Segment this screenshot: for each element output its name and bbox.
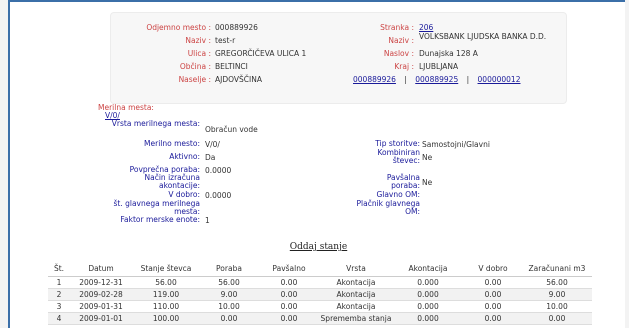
placnik-glavnega-om-label: Plačnik glavnega OM: — [356, 199, 421, 216]
table-cell: 110.00 — [132, 300, 200, 313]
col-poraba: Poraba — [200, 260, 258, 277]
table-cell: 0.000 — [392, 312, 464, 325]
aktivno-value: Da — [205, 153, 216, 162]
table-cell: 56.00 — [522, 276, 592, 289]
kraj-label: Kraj : — [394, 62, 414, 71]
table-cell: 0.00 — [200, 312, 258, 325]
col-v-dobro: V dobro — [464, 260, 522, 277]
col-st: Št. — [48, 260, 70, 277]
v-dobro-value: 0.0000 — [205, 191, 232, 200]
table-row: 4 2009-01-01 100.00 0.00 0.00 Sprememba … — [48, 312, 592, 325]
table-cell: 0.00 — [464, 276, 522, 289]
odjemno-mesto-label: Odjemno mesto : — [146, 23, 211, 32]
table-cell: 9.00 — [522, 288, 592, 301]
table-cell: 0.00 — [464, 300, 522, 313]
table-cell: 119.00 — [132, 288, 200, 301]
col-zaracunani-m3: Zaračunani m3 — [522, 260, 592, 277]
table-cell: Sprememba stanja — [320, 312, 392, 325]
ulica-label: Ulica : — [187, 49, 211, 58]
table-cell: 2009-12-31 — [70, 276, 132, 289]
vrsta-merilnega-mesta-value: Obračun vode — [205, 125, 258, 134]
vrsta-merilnega-mesta-label: Vrsta merilnega mesta: — [111, 119, 200, 128]
table-cell: 2 — [48, 288, 70, 301]
kombiniran-stevec-label: Kombiniran števec: — [377, 148, 420, 165]
table-cell: 2009-02-28 — [70, 288, 132, 301]
table-header-row: Št. Datum Stanje števca Poraba Pavšalno … — [48, 260, 592, 277]
v-dobro-label: V dobro: — [168, 190, 200, 199]
col-pavsalno: Pavšalno — [258, 260, 320, 277]
odjemno-mesto-value: 000889926 — [215, 23, 258, 32]
table-cell: 2009-01-01 — [70, 312, 132, 325]
table-row: 3 2009-01-31 110.00 10.00 0.00 Akontacij… — [48, 300, 592, 313]
table-cell: 10.00 — [200, 300, 258, 313]
col-akontacija: Akontacija — [392, 260, 464, 277]
oddaj-stanje-link[interactable]: Oddaj stanje — [10, 242, 627, 252]
table-cell: 0.00 — [258, 312, 320, 325]
obcina-value: BELTINCI — [215, 62, 248, 71]
pavsalna-poraba-value: Ne — [422, 178, 433, 187]
table-row: 2 2009-02-28 119.00 9.00 0.00 Akontacija… — [48, 288, 592, 301]
table-cell: 0.000 — [392, 276, 464, 289]
table-cell: 56.00 — [200, 276, 258, 289]
table-row: 1 2009-12-31 56.00 56.00 0.00 Akontacija… — [48, 276, 592, 289]
table-cell: 0.00 — [464, 312, 522, 325]
table-cell: 0.00 — [258, 276, 320, 289]
customer-info-box: Odjemno mesto : 000889926 Naziv : test-r… — [110, 12, 567, 104]
readings-table: Št. Datum Stanje števca Poraba Pavšalno … — [48, 260, 592, 325]
page-background: Odjemno mesto : 000889926 Naziv : test-r… — [0, 0, 629, 328]
table-cell: Akontacija — [320, 300, 392, 313]
tip-storitve-label: Tip storitve: — [375, 139, 420, 148]
table-cell: 0.00 — [464, 288, 522, 301]
table-cell: 9.00 — [200, 288, 258, 301]
merilno-mesto-value: V/0/ — [205, 140, 220, 149]
content-panel: Odjemno mesto : 000889926 Naziv : test-r… — [8, 0, 625, 328]
col-datum: Datum — [70, 260, 132, 277]
naselje-value: AJDOVŠČINA — [215, 75, 262, 84]
table-cell: 0.00 — [258, 300, 320, 313]
related-links: 000889926 | 000889925 | 000000012 — [353, 75, 521, 84]
table-cell: Akontacija — [320, 276, 392, 289]
related-link-3[interactable]: 000000012 — [478, 75, 521, 84]
table-cell: 0.000 — [392, 300, 464, 313]
col-vrsta: Vrsta — [320, 260, 392, 277]
table-cell: 2009-01-31 — [70, 300, 132, 313]
obcina-label: Občina : — [179, 62, 211, 71]
naslov-label: Naslov : — [383, 49, 414, 58]
table-cell: 56.00 — [132, 276, 200, 289]
table-cell: Akontacija — [320, 288, 392, 301]
kraj-value: LJUBLJANA — [419, 62, 459, 71]
col-stanje-stevca: Stanje števca — [132, 260, 200, 277]
naziv-value: test-r — [215, 36, 236, 45]
table-cell: 3 — [48, 300, 70, 313]
faktor-merske-enote-label: Faktor merske enote: — [120, 215, 200, 224]
naselje-label: Naselje : — [178, 75, 211, 84]
table-cell: 10.00 — [522, 300, 592, 313]
stranka-label: Stranka : — [380, 23, 414, 32]
kombiniran-stevec-value: Ne — [422, 153, 433, 162]
related-link-2[interactable]: 000889925 — [415, 75, 458, 84]
st-glavnega-merilnega-mesta-label: št. glavnega merilnega mesta: — [113, 199, 201, 216]
naziv-stranke-value: VOLKSBANK LJUDSKA BANKA D.D. — [419, 32, 547, 41]
glavno-om-label: Glavno OM: — [376, 190, 420, 199]
nacin-izracuna-akontacije-label: Način izračuna akontacije: — [144, 173, 200, 190]
naziv-stranke-label: Naziv : — [388, 36, 414, 45]
naziv-label: Naziv : — [185, 36, 211, 45]
tip-storitve-value: Samostojni/Glavni — [422, 140, 490, 149]
faktor-merske-enote-value: 1 — [205, 216, 210, 225]
table-cell: 0.000 — [392, 288, 464, 301]
table-cell: 4 — [48, 312, 70, 325]
related-link-1[interactable]: 000889926 — [353, 75, 396, 84]
ulica-value: GREGORČIČEVA ULICA 1 — [215, 49, 307, 58]
merilno-mesto-label: Merilno mesto: — [144, 139, 200, 148]
table-cell: 0.00 — [522, 312, 592, 325]
aktivno-label: Aktivno: — [169, 152, 200, 161]
povprecna-poraba-value: 0.0000 — [205, 166, 232, 175]
naslov-value: Dunajska 128 A — [419, 49, 478, 58]
table-cell: 0.00 — [258, 288, 320, 301]
stranka-link[interactable]: 206 — [419, 23, 433, 32]
table-cell: 100.00 — [132, 312, 200, 325]
pavsalna-poraba-label: Pavšalna poraba: — [386, 173, 420, 190]
table-cell: 1 — [48, 276, 70, 289]
